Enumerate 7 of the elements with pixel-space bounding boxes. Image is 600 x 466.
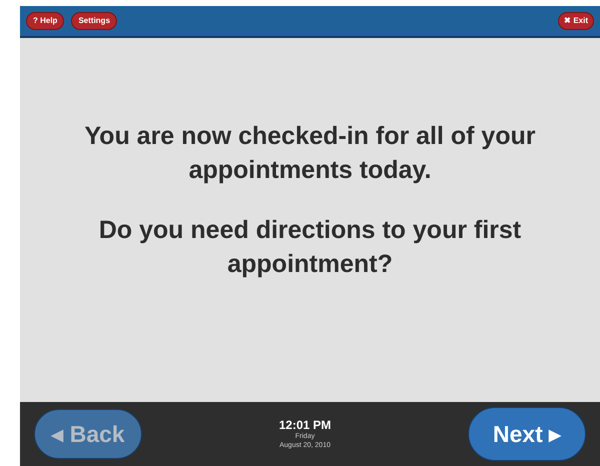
exit-button[interactable]: ✖ Exit: [558, 12, 594, 30]
confirmation-message: You are now checked-in for all of your appointments today.: [83, 121, 536, 186]
next-button[interactable]: Next ▸: [468, 407, 586, 461]
toolbar-button[interactable]: Settings: [71, 12, 118, 30]
question-message: Do you need directions to your first appointment?: [98, 215, 522, 280]
toolbar-button[interactable]: ? Help: [26, 12, 64, 30]
clock-time: 12:01 PM: [278, 418, 332, 432]
